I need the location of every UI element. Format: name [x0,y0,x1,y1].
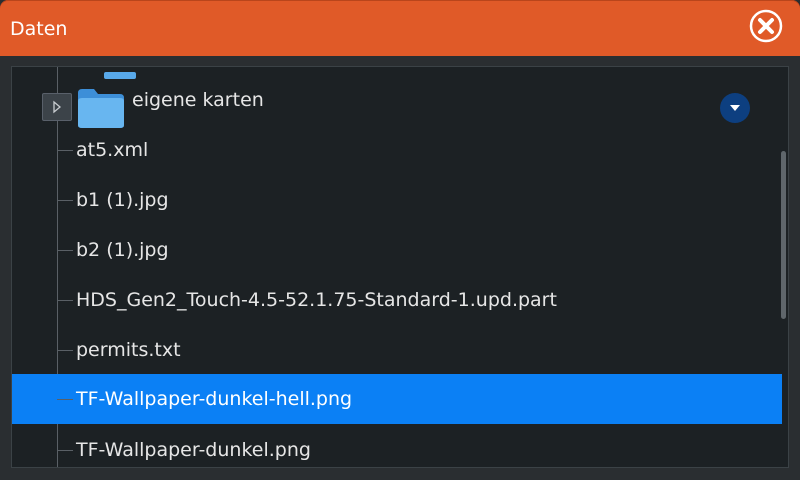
tree-branch-line [57,150,73,151]
tree-row-file-selected[interactable]: TF-Wallpaper-dunkel-hell.png [12,374,782,424]
tree-branch-line [57,200,73,201]
tree-branch-line [57,300,73,301]
folder-icon [76,87,126,129]
tree-row-folder[interactable]: eigene karten [12,75,782,128]
tree-row-label: eigene karten [132,89,264,111]
file-name: at5.xml [76,139,149,161]
tree-row-file[interactable]: b2 (1).jpg [12,225,782,275]
tree-row-file[interactable]: HDS_Gen2_Touch-4.5-52.1.75-Standard-1.up… [12,275,782,325]
file-name: b2 (1).jpg [76,239,169,261]
folder-menu-button[interactable] [720,93,750,123]
close-button[interactable] [749,9,783,43]
scrollbar-thumb[interactable] [781,151,786,319]
tree-row-file[interactable]: permits.txt [12,325,782,375]
file-name: b1 (1).jpg [76,189,169,211]
file-name: permits.txt [76,339,181,361]
tree-branch-line [57,350,73,351]
dialog-header: Daten [0,0,800,56]
chevron-down-icon [730,105,740,111]
tree-branch-line [57,399,73,400]
close-circle-icon [749,9,783,43]
file-tree-panel[interactable]: eigene karten at5.xml b1 (1).jpg b2 (1).… [11,66,789,468]
dialog-title: Daten [10,18,68,40]
file-name: HDS_Gen2_Touch-4.5-52.1.75-Standard-1.up… [76,289,557,311]
folder-icon [104,67,136,79]
expand-arrow-icon[interactable] [42,93,72,121]
file-name: TF-Wallpaper-dunkel-hell.png [76,388,353,410]
tree-row-file[interactable]: TF-Wallpaper-dunkel.png [12,425,782,467]
file-name: TF-Wallpaper-dunkel.png [76,439,311,461]
tree-row-file[interactable]: b1 (1).jpg [12,175,782,225]
tree-row-file[interactable]: at5.xml [12,125,782,175]
tree-branch-line [57,450,73,451]
tree-branch-line [57,250,73,251]
